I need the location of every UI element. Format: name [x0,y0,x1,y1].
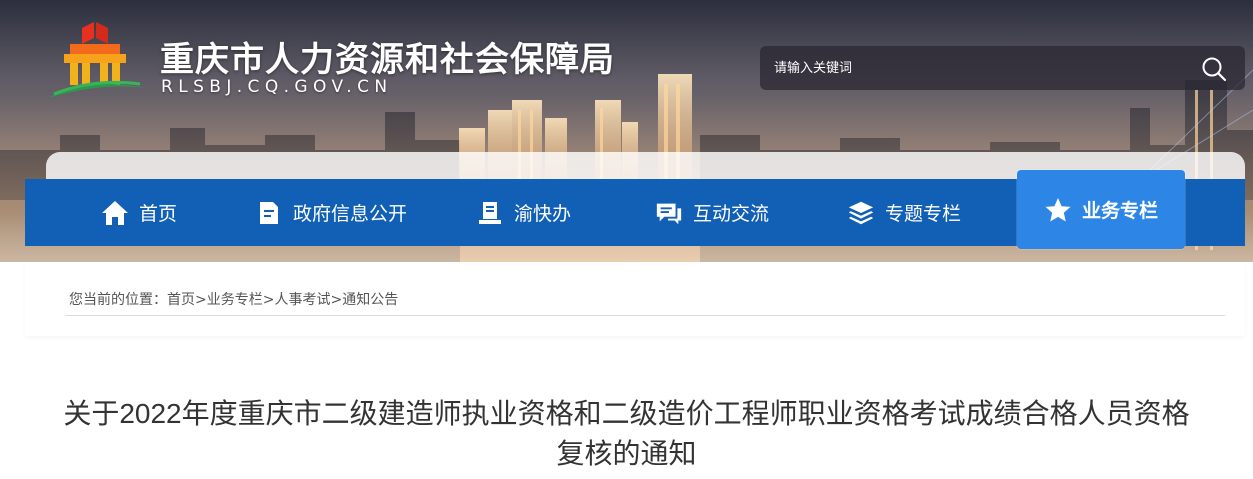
chat-icon [655,199,683,227]
star-icon [1044,196,1072,224]
nav-item-interaction[interactable]: 互动交流 [655,179,769,246]
breadcrumb-separator: > [330,292,343,308]
breadcrumb-link-business[interactable]: 业务专栏 [207,292,263,308]
breadcrumb-link-home[interactable]: 首页 [167,292,195,308]
site-domain: RLSBJ.CQ.GOV.CN [161,77,393,97]
nav-item-label: 政府信息公开 [293,203,408,225]
search-input[interactable] [774,46,1184,90]
nav-item-label: 专题专栏 [885,203,962,225]
search-icon[interactable] [1201,56,1227,82]
breadcrumb-prefix: 您当前的位置： [69,292,167,308]
nav-item-special-topics[interactable]: 专题专栏 [847,179,961,246]
breadcrumb: 您当前的位置：首页>业务专栏>人事考试>通知公告 [69,289,398,309]
breadcrumb-link-personnel-exam[interactable]: 人事考试 [274,292,330,308]
article-title: 关于2022年度重庆市二级建造师执业资格和二级造价工程师职业资格考试成绩合格人员… [63,398,1190,469]
breadcrumb-separator: > [262,292,275,308]
nav-item-business[interactable]: 业务专栏 [1017,170,1185,249]
breadcrumb-link-notices[interactable]: 通知公告 [342,292,398,308]
nav-item-home[interactable]: 首页 [101,179,177,246]
nav-item-yukuaiban[interactable]: 渝快办 [476,179,571,246]
nav-item-gov-info[interactable]: 政府信息公开 [255,179,407,246]
layers-icon [847,199,875,227]
home-icon [101,199,129,227]
breadcrumb-divider [65,315,1225,316]
breadcrumb-separator: > [195,292,207,308]
search-bar [760,46,1245,90]
main-nav: 首页 政府信息公开 渝快办 互动交流 专题专栏 业务专栏 [25,170,1245,249]
nav-item-label: 首页 [139,203,178,225]
nav-item-label: 业务专栏 [1081,200,1158,222]
nav-item-label: 互动交流 [693,203,770,225]
document-icon [255,199,283,227]
site-title: 重庆市人力资源和社会保障局 [160,40,615,80]
service-icon [476,199,504,227]
logo-icon [48,22,146,98]
nav-item-label: 渝快办 [514,203,572,225]
